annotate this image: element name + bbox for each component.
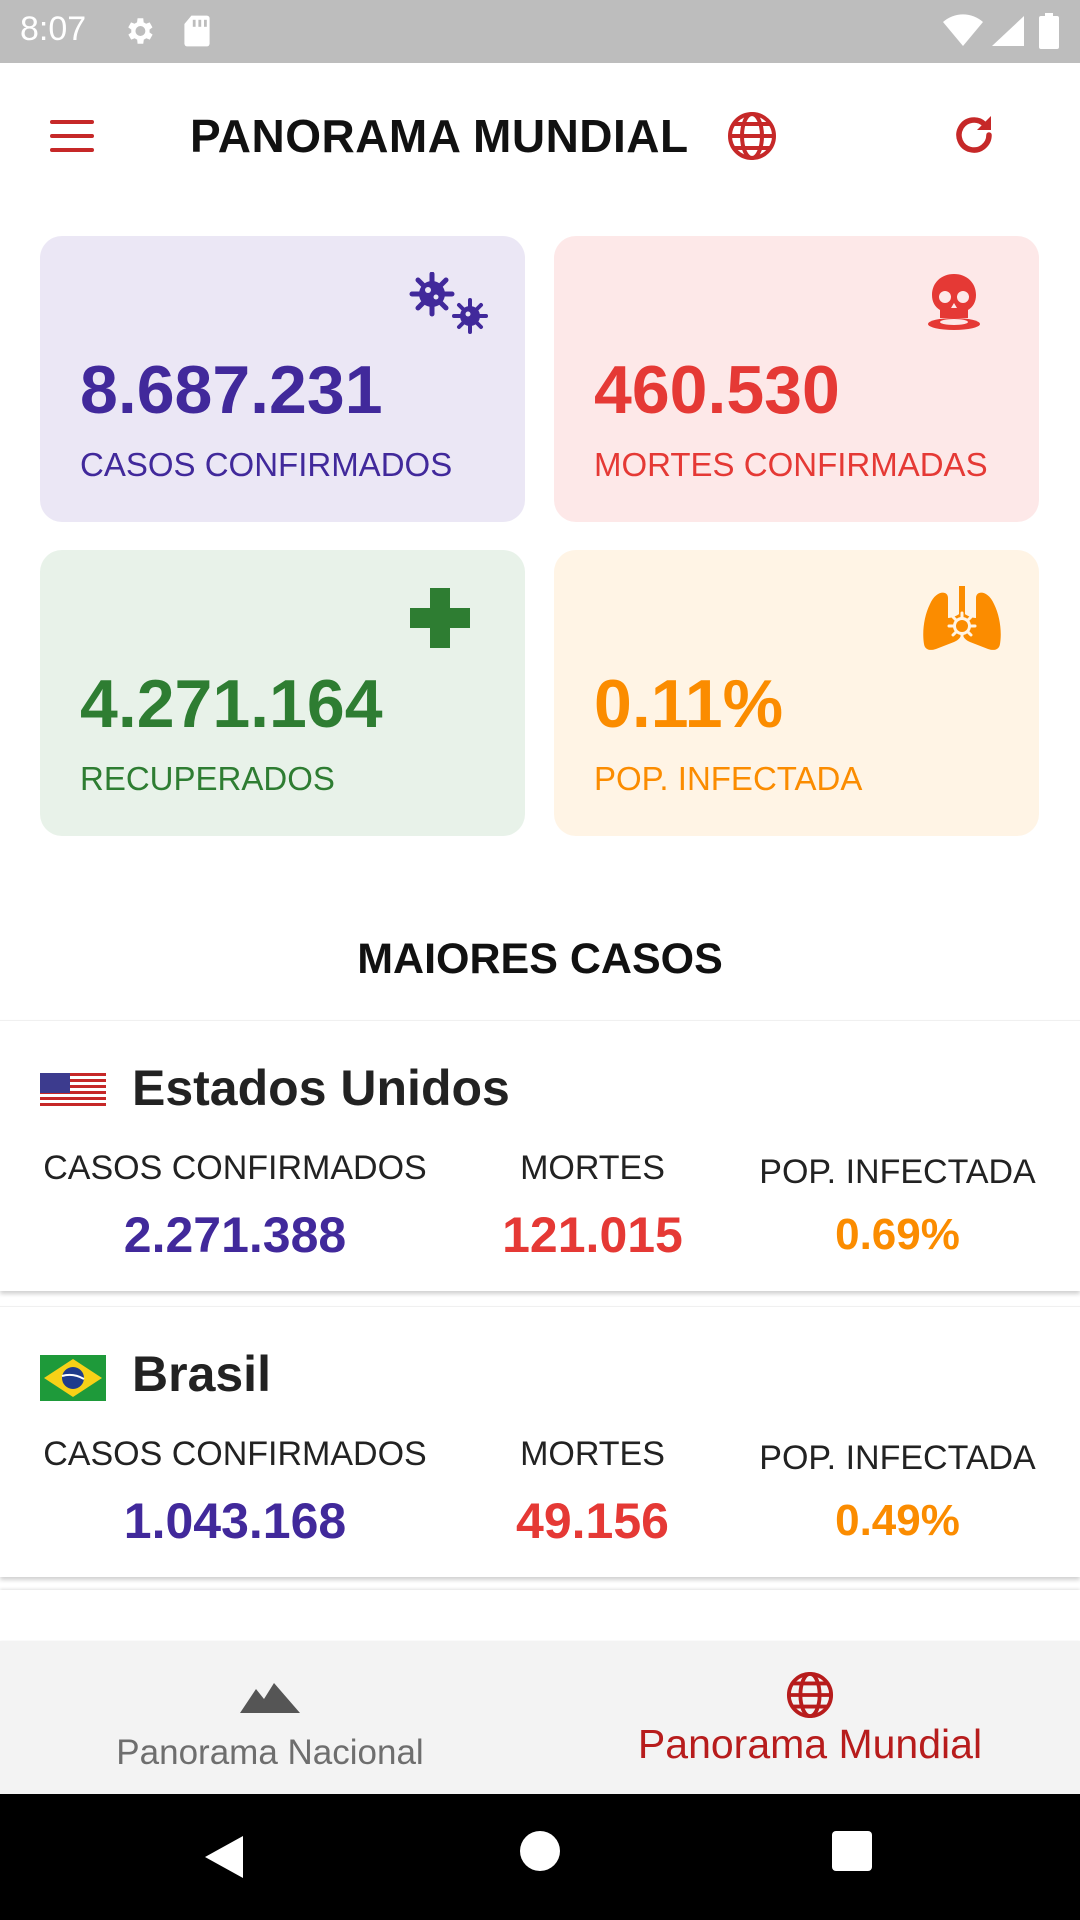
cases-label: CASOS CONFIRMADOS	[43, 1435, 427, 1473]
sd-card-icon	[184, 15, 210, 47]
stat-card-recovered: 4.271.164 RECUPERADOS	[40, 550, 525, 836]
cases-value: 1.043.168	[123, 1493, 347, 1549]
deaths-label: MORTES	[520, 1435, 665, 1473]
system-navigation-bar	[0, 1794, 1080, 1920]
skull-icon	[928, 274, 980, 330]
deaths-value: 49.156	[516, 1493, 669, 1549]
deaths-column: MORTES 49.156	[440, 1435, 745, 1550]
app-bar: PANORAMA MUNDIAL	[0, 63, 1080, 208]
home-button[interactable]	[520, 1831, 560, 1871]
stat-label: POP. INFECTADA	[594, 760, 863, 797]
infected-column: POP. INFECTADA 0.69%	[745, 1149, 1050, 1260]
country-name: Estados Unidos	[132, 1060, 510, 1116]
wifi-icon	[943, 14, 983, 46]
stat-value: 0.11%	[594, 666, 784, 742]
refresh-button[interactable]	[950, 111, 998, 159]
stat-card-confirmed: 8.687.231 CASOS CONFIRMADOS	[40, 236, 525, 522]
tab-panorama-mundial[interactable]: Panorama Mundial	[540, 1641, 1080, 1794]
battery-icon	[1039, 13, 1059, 49]
tab-label: Panorama Nacional	[116, 1733, 424, 1772]
stat-card-deaths: 460.530 MORTES CONFIRMADAS	[554, 236, 1039, 522]
globe-icon	[728, 112, 776, 160]
deaths-value: 121.015	[502, 1207, 683, 1263]
stat-value: 4.271.164	[80, 666, 383, 742]
infected-value: 0.69%	[835, 1210, 960, 1259]
stat-value: 460.530	[594, 352, 840, 428]
stat-label: MORTES CONFIRMADAS	[594, 446, 988, 483]
stat-card-infected: 0.11% POP. INFECTADA	[554, 550, 1039, 836]
stat-label: CASOS CONFIRMADOS	[80, 446, 453, 483]
stat-value: 8.687.231	[80, 352, 383, 428]
cases-column: CASOS CONFIRMADOS 2.271.388	[30, 1149, 440, 1264]
bottom-navigation: Panorama Nacional Panorama Mundial	[0, 1641, 1080, 1794]
lungs-icon	[923, 586, 1001, 650]
settings-icon	[128, 18, 153, 44]
country-name: Brasil	[132, 1346, 271, 1402]
deaths-label: MORTES	[520, 1149, 665, 1187]
infected-label: POP. INFECTADA	[759, 1153, 1036, 1191]
country-card-peek	[0, 1590, 1080, 1640]
plus-icon	[410, 588, 470, 648]
globe-icon	[786, 1671, 834, 1719]
tab-panorama-nacional[interactable]: Panorama Nacional	[0, 1641, 540, 1794]
us-flag-icon	[40, 1073, 106, 1109]
stat-label: RECUPERADOS	[80, 760, 335, 797]
recents-button[interactable]	[832, 1831, 872, 1871]
cases-label: CASOS CONFIRMADOS	[43, 1149, 427, 1187]
status-time: 8:07	[20, 10, 87, 48]
infected-label: POP. INFECTADA	[759, 1439, 1036, 1477]
signal-icon	[992, 16, 1024, 46]
section-title: MAIORES CASOS	[357, 935, 723, 983]
virus-icon	[409, 272, 488, 334]
cases-column: CASOS CONFIRMADOS 1.043.168	[30, 1435, 440, 1550]
status-bar: 8:07	[0, 0, 1080, 63]
mountain-icon	[240, 1683, 300, 1713]
country-card[interactable]: Brasil CASOS CONFIRMADOS 1.043.168 MORTE…	[0, 1306, 1080, 1577]
infected-value: 0.49%	[835, 1496, 960, 1545]
deaths-column: MORTES 121.015	[440, 1149, 745, 1264]
page-title: PANORAMA MUNDIAL	[190, 110, 689, 162]
country-card[interactable]: Estados Unidos CASOS CONFIRMADOS 2.271.3…	[0, 1020, 1080, 1291]
tab-label: Panorama Mundial	[637, 1721, 983, 1767]
menu-button[interactable]	[48, 120, 98, 156]
infected-column: POP. INFECTADA 0.49%	[745, 1435, 1050, 1546]
brazil-flag-icon	[40, 1355, 106, 1401]
cases-value: 2.271.388	[123, 1207, 347, 1263]
back-icon[interactable]	[203, 1834, 245, 1880]
